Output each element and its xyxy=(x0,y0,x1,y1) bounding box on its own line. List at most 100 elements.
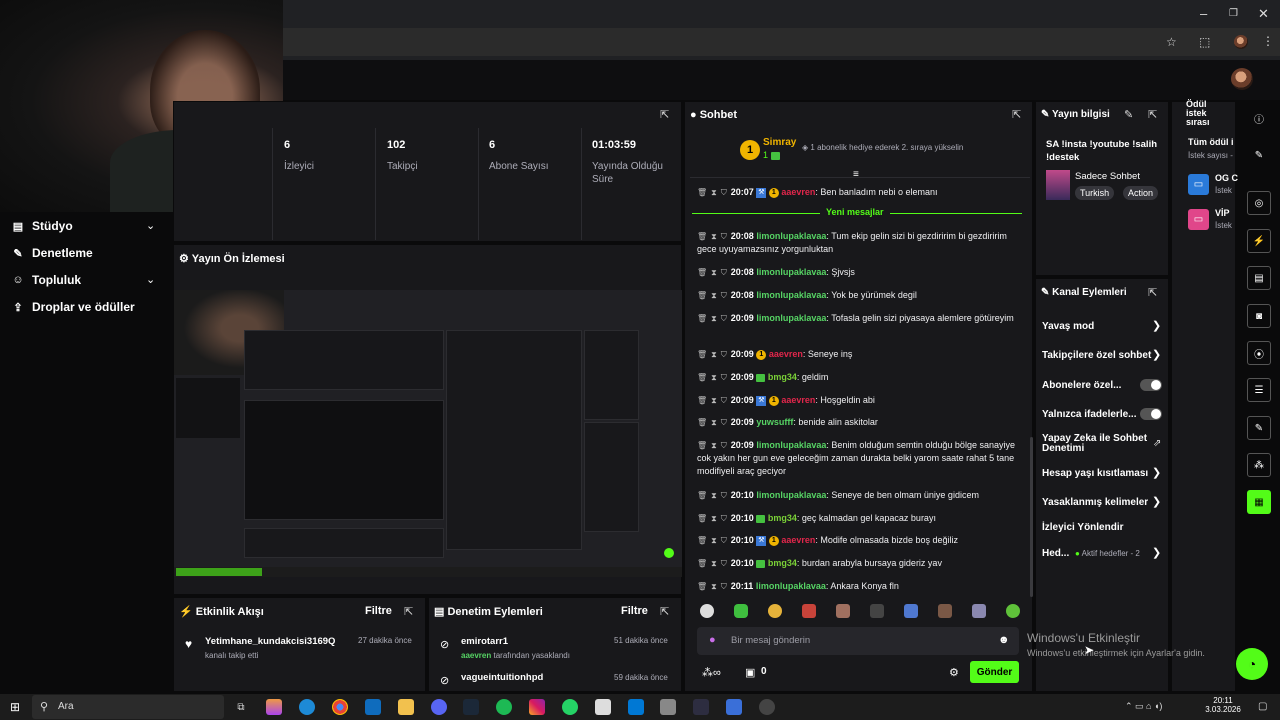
action-slow-mode[interactable]: Yavaş mod xyxy=(1042,321,1094,332)
action-followers-only[interactable]: Takipçilere özel sohbet xyxy=(1042,350,1151,361)
chevron-right-icon[interactable]: ❯ xyxy=(1152,546,1161,559)
emote-icon[interactable] xyxy=(734,604,748,618)
timeout-icon[interactable]: ⧗ xyxy=(711,291,717,300)
nav-studio[interactable]: ▤ Stüdyo xyxy=(12,219,73,233)
chevron-down-icon[interactable]: ⌄ xyxy=(146,219,155,232)
action-banned-words[interactable]: Yasaklanmış kelimeler xyxy=(1042,497,1148,508)
discord-icon[interactable] xyxy=(431,699,447,715)
list-icon[interactable]: ☰ xyxy=(1247,378,1271,402)
address-bar[interactable] xyxy=(283,28,1280,56)
chevron-right-icon[interactable]: ❯ xyxy=(1152,319,1161,332)
reward-vip-icon[interactable]: ▭ xyxy=(1188,209,1209,230)
trash-icon[interactable]: 🗑 xyxy=(697,291,707,300)
clapper-icon[interactable]: ▦ xyxy=(1247,490,1271,514)
mic-icon[interactable]: ● xyxy=(709,634,716,646)
trash-icon[interactable]: 🗑 xyxy=(697,441,707,450)
document-icon[interactable]: ▤ xyxy=(1247,266,1271,290)
nav-drops[interactable]: ⇪ Droplar ve ödüller xyxy=(12,300,134,314)
emote-icon[interactable] xyxy=(700,604,714,618)
emote-icon[interactable] xyxy=(972,604,986,618)
edge-icon[interactable] xyxy=(299,699,315,715)
folder-icon[interactable] xyxy=(398,699,414,715)
chevron-right-icon[interactable]: ❯ xyxy=(1152,348,1161,361)
reward-name[interactable]: OG C xyxy=(1215,173,1238,183)
timeout-icon[interactable]: ⧗ xyxy=(711,268,717,277)
reward-name[interactable]: VİP xyxy=(1215,208,1230,218)
popout-icon[interactable]: ⇱ xyxy=(660,108,669,121)
nav-moderation[interactable]: ✎ Denetleme xyxy=(12,246,92,260)
edit-icon[interactable]: ✎ xyxy=(1124,108,1133,121)
instagram-icon[interactable] xyxy=(529,699,545,715)
nav-community[interactable]: ☺ Topluluk xyxy=(12,273,81,287)
chevron-right-icon[interactable]: ❯ xyxy=(1152,495,1161,508)
mod-filter-button[interactable]: Filtre xyxy=(621,605,648,617)
popout-icon[interactable]: ⇱ xyxy=(1148,108,1157,121)
steam-icon[interactable] xyxy=(463,699,479,715)
trash-icon[interactable]: 🗑 xyxy=(697,418,707,427)
timeout-icon[interactable]: ⧗ xyxy=(711,396,717,405)
browser-profile-avatar[interactable] xyxy=(1234,35,1248,49)
emote-icon[interactable] xyxy=(836,604,850,618)
emotes-only-toggle[interactable] xyxy=(1140,408,1162,420)
timeout-icon[interactable]: ⧗ xyxy=(711,491,717,500)
trash-icon[interactable]: 🗑 xyxy=(697,232,707,241)
chat-settings-icon[interactable]: ⚙ xyxy=(949,666,959,679)
document-app-icon[interactable] xyxy=(595,699,611,715)
action-raid[interactable]: İzleyici Yönlendir xyxy=(1042,522,1124,533)
popout-icon[interactable]: ⇱ xyxy=(404,605,413,618)
action-account-age[interactable]: Hesap yaşı kısıtlaması xyxy=(1042,468,1148,479)
vscode-icon[interactable] xyxy=(628,699,644,715)
timeout-icon[interactable]: ⧗ xyxy=(711,441,717,450)
timeout-icon[interactable]: ⧗ xyxy=(711,418,717,427)
trash-icon[interactable]: 🗑 xyxy=(697,396,707,405)
chevron-down-icon[interactable]: ⌄ xyxy=(146,273,155,286)
trash-icon[interactable]: 🗑 xyxy=(697,559,707,568)
trash-icon[interactable]: 🗑 xyxy=(697,536,707,545)
timeout-icon[interactable]: ⧗ xyxy=(711,350,717,359)
action-ai-moderation[interactable]: Yapay Zeka ile Sohbet Denetimi xyxy=(1042,434,1152,454)
spotify-icon[interactable] xyxy=(496,699,512,715)
restore-icon[interactable]: ❐ xyxy=(1229,8,1238,19)
timeout-icon[interactable]: ⧗ xyxy=(711,188,717,197)
camera-icon[interactable]: ◎ xyxy=(1247,191,1271,215)
timeout-icon[interactable]: ⧗ xyxy=(711,314,717,323)
trash-icon[interactable]: 🗑 xyxy=(697,514,707,523)
browser-menu-icon[interactable]: ⋮ xyxy=(1262,34,1274,48)
wrench-icon[interactable]: ✎ xyxy=(1247,416,1271,440)
collapse-icon[interactable]: ≡ xyxy=(853,169,859,180)
app-icon[interactable] xyxy=(726,699,742,715)
bookmark-star-icon[interactable]: ☆ xyxy=(1166,35,1177,49)
emote-icon[interactable] xyxy=(1006,604,1020,618)
system-tray-icons[interactable]: ⌃ ▭ ⌂ ◖) xyxy=(1125,701,1162,712)
timeout-icon[interactable]: ⧗ xyxy=(711,582,717,591)
timeout-icon[interactable]: ⧗ xyxy=(711,373,717,382)
pinned-user[interactable]: Simray xyxy=(763,137,796,148)
trash-icon[interactable]: 🗑 xyxy=(697,268,707,277)
external-link-icon[interactable]: ⇗ xyxy=(1153,438,1161,449)
emote-icon[interactable] xyxy=(870,604,884,618)
extensions-icon[interactable]: ⬚ xyxy=(1199,35,1210,49)
activity-user[interactable]: Yetimhane_kundakcisi3169Q xyxy=(205,636,335,647)
trash-icon[interactable]: 🗑 xyxy=(697,491,707,500)
help-headset-icon[interactable]: ◔ xyxy=(1236,648,1268,680)
task-view-icon[interactable]: ⧉ xyxy=(233,699,249,715)
whatsapp-icon[interactable] xyxy=(562,699,578,715)
reward-og-icon[interactable]: ▭ xyxy=(1188,174,1209,195)
timeout-icon[interactable]: ⧗ xyxy=(711,559,717,568)
send-button[interactable]: Gönder xyxy=(970,661,1019,683)
copilot-icon[interactable] xyxy=(266,699,282,715)
trash-icon[interactable]: 🗑 xyxy=(697,188,707,197)
trash-icon[interactable]: 🗑 xyxy=(697,350,707,359)
timeout-icon[interactable]: ⧗ xyxy=(711,232,717,241)
tag-chip[interactable]: Action xyxy=(1123,186,1159,200)
gift-box-icon[interactable]: ▣ xyxy=(745,666,755,679)
emote-icon[interactable] xyxy=(768,604,782,618)
app-icon[interactable] xyxy=(660,699,676,715)
mod-target-user[interactable]: vagueintuitionhpd xyxy=(461,672,543,683)
windows-start-icon[interactable]: ⊞ xyxy=(10,700,20,714)
emote-icon[interactable] xyxy=(938,604,952,618)
stream-preview-video[interactable] xyxy=(174,290,682,577)
timeout-icon[interactable]: ⧗ xyxy=(711,536,717,545)
action-goals[interactable]: Hed... xyxy=(1042,548,1069,559)
mail-icon[interactable] xyxy=(365,699,381,715)
